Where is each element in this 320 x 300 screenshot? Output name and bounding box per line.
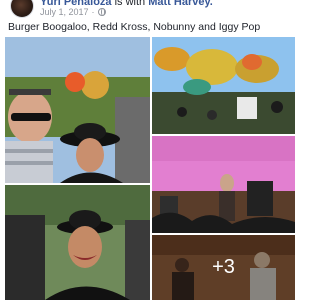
woman-hat-art: [5, 185, 150, 300]
avatar[interactable]: [10, 0, 34, 18]
post-meta: July 1, 2017 ·: [40, 7, 106, 17]
parade-balloons-photo[interactable]: [152, 37, 295, 134]
more-photos-tile[interactable]: +3: [152, 235, 295, 300]
is-with-text: is with: [114, 0, 146, 8]
selfie-photo-art: [5, 37, 150, 183]
more-photos-count: +3: [212, 256, 235, 278]
concert-stage-art: [152, 136, 295, 233]
meta-separator: ·: [91, 7, 95, 17]
globe-icon: [97, 8, 106, 16]
post-text: Burger Boogaloo, Redd Kross, Nobunny and…: [8, 21, 261, 33]
parade-balloons-art: [152, 37, 295, 134]
post-date-link[interactable]: July 1, 2017: [40, 7, 89, 17]
more-photos-overlay[interactable]: +3: [152, 235, 295, 300]
concert-stage-photo[interactable]: [152, 136, 295, 233]
woman-hat-photo[interactable]: [5, 185, 150, 300]
tagged-person-link[interactable]: Matt Harvey.: [148, 0, 213, 8]
selfie-photo[interactable]: [5, 37, 150, 183]
